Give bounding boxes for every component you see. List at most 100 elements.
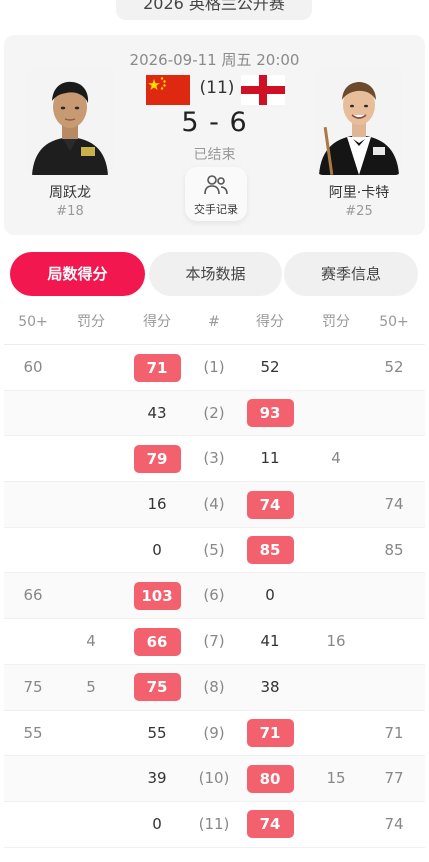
player-right-avatar[interactable]: [315, 67, 403, 175]
header-left-score: 得分: [143, 314, 171, 330]
header-left-50plus: 50+: [18, 314, 48, 330]
flags-and-frames: (11): [146, 75, 286, 105]
table-row: 39 (10) 80 15 77: [4, 756, 425, 802]
left-50plus-cell: 60: [23, 358, 43, 376]
player-right-rank: #25: [345, 204, 373, 219]
right-penalty-cell: 4: [331, 449, 341, 468]
right-50plus-cell: 71: [384, 723, 404, 742]
right-score-cell: 93: [240, 391, 300, 436]
tab-match-stats[interactable]: 本场数据: [149, 252, 282, 296]
table-row: 4 66 (7) 41 16: [4, 619, 425, 665]
table-row: 16 (4) 74 74: [4, 482, 425, 528]
right-score-cell: 11: [260, 449, 280, 468]
left-penalty-cell: [61, 573, 121, 618]
left-score-cell: 55: [147, 723, 167, 742]
player-right[interactable]: 阿里·卡特 #25: [315, 67, 403, 219]
left-penalty-cell: 5: [86, 677, 96, 696]
left-score-cell: 66: [127, 619, 187, 664]
winning-score-badge: 103: [133, 581, 181, 610]
head-to-head-button[interactable]: 交手记录: [185, 167, 247, 221]
left-penalty-cell: [61, 756, 121, 801]
event-title: 2026 英格兰公开赛: [116, 0, 312, 20]
player-right-name: 阿里·卡特: [328, 185, 390, 201]
tab-frame-scores[interactable]: 局数得分: [10, 252, 145, 296]
match-detail-page: 2026 英格兰公开赛 2026-09-11 周五 20:00 周跃龙 #18 …: [0, 0, 429, 862]
winning-score-badge: 93: [246, 399, 294, 428]
match-card: 2026-09-11 周五 20:00 周跃龙 #18 (11) 5 - 6 已…: [4, 35, 425, 235]
winning-score-badge: 71: [133, 353, 181, 382]
right-50plus-cell: [364, 665, 424, 710]
right-50plus-cell: 85: [384, 540, 404, 559]
frame-number-cell: (9): [203, 723, 225, 742]
left-50plus-cell: [3, 391, 63, 436]
right-penalty-cell: [306, 482, 366, 527]
right-penalty-cell: 15: [326, 769, 346, 788]
winning-score-badge: 85: [246, 536, 294, 565]
left-50plus-cell: 75: [23, 677, 43, 696]
left-score-cell: 75: [127, 665, 187, 710]
right-50plus-cell: [364, 619, 424, 664]
winning-score-badge: 75: [133, 673, 181, 702]
table-body: 60 71 (1) 52 52 43 (2) 93 79 (3) 11 4 16 (4) 74 74 0 (5) 8…: [4, 345, 425, 848]
winning-score-badge: 80: [246, 764, 294, 793]
right-50plus-cell: [364, 573, 424, 618]
right-50plus-cell: 77: [384, 769, 404, 788]
table-row: 43 (2) 93: [3, 390, 425, 437]
left-score-cell: 71: [127, 345, 187, 390]
right-score-cell: 74: [240, 802, 300, 847]
right-score-cell: 0: [265, 586, 275, 605]
header-left-penalty: 罚分: [77, 314, 105, 330]
right-score-cell: 52: [260, 358, 280, 376]
right-50plus-cell: [364, 391, 424, 436]
right-50plus-cell: 74: [384, 495, 404, 514]
table-row: 60 71 (1) 52 52: [4, 345, 425, 391]
right-score-cell: 80: [240, 756, 300, 801]
head-to-head-label: 交手记录: [194, 203, 238, 216]
right-penalty-cell: [306, 573, 366, 618]
right-score-cell: 74: [240, 482, 300, 527]
left-50plus-cell: 66: [23, 586, 43, 605]
tab-bar: 局数得分 本场数据 赛季信息: [10, 252, 418, 296]
left-50plus-cell: [3, 619, 63, 664]
england-flag-icon: [241, 75, 285, 105]
right-50plus-cell: 52: [384, 358, 404, 376]
table-header: 50+ 罚分 得分 # 得分 罚分 50+: [4, 300, 425, 345]
left-score-cell: 43: [147, 403, 167, 422]
frame-number-cell: (4): [203, 495, 225, 514]
winning-score-badge: 74: [246, 810, 294, 839]
left-50plus-cell: [3, 436, 63, 481]
frame-number-cell: (10): [198, 769, 230, 788]
winning-score-badge: 71: [246, 719, 294, 747]
winning-score-badge: 79: [133, 444, 181, 473]
header-right-50plus: 50+: [379, 314, 409, 330]
right-penalty-cell: 16: [326, 632, 346, 651]
header-frame-number: #: [208, 314, 220, 330]
table-row: 0 (11) 74 74: [4, 802, 425, 848]
table-row: 66 103 (6) 0: [4, 573, 425, 620]
frame-number-cell: (6): [203, 586, 225, 605]
left-50plus-cell: [3, 528, 63, 573]
left-penalty-cell: [61, 802, 121, 847]
frame-number-cell: (1): [203, 358, 225, 376]
table-row: 75 5 75 (8) 38: [4, 664, 425, 711]
frame-number-cell: (7): [203, 632, 225, 651]
left-penalty-cell: [61, 436, 121, 481]
right-penalty-cell: [306, 528, 366, 573]
left-score-cell: 79: [127, 436, 187, 481]
left-penalty-cell: [61, 391, 121, 436]
people-icon: [204, 175, 228, 195]
right-50plus-cell: 74: [384, 814, 404, 833]
tab-season-info[interactable]: 赛季信息: [284, 252, 418, 296]
left-score-cell: 0: [152, 540, 162, 559]
left-50plus-cell: [3, 756, 63, 801]
right-penalty-cell: [306, 391, 366, 436]
frame-number-cell: (3): [203, 449, 225, 468]
right-penalty-cell: [306, 711, 366, 756]
left-score-cell: 39: [147, 769, 167, 788]
left-penalty-cell: 4: [86, 632, 96, 651]
frame-number-cell: (5): [203, 540, 225, 559]
right-score-cell: 71: [240, 711, 300, 756]
table-row: 0 (5) 85 85: [4, 528, 425, 574]
right-score-cell: 38: [260, 677, 280, 696]
player-left[interactable]: 周跃龙 #18: [26, 67, 114, 219]
